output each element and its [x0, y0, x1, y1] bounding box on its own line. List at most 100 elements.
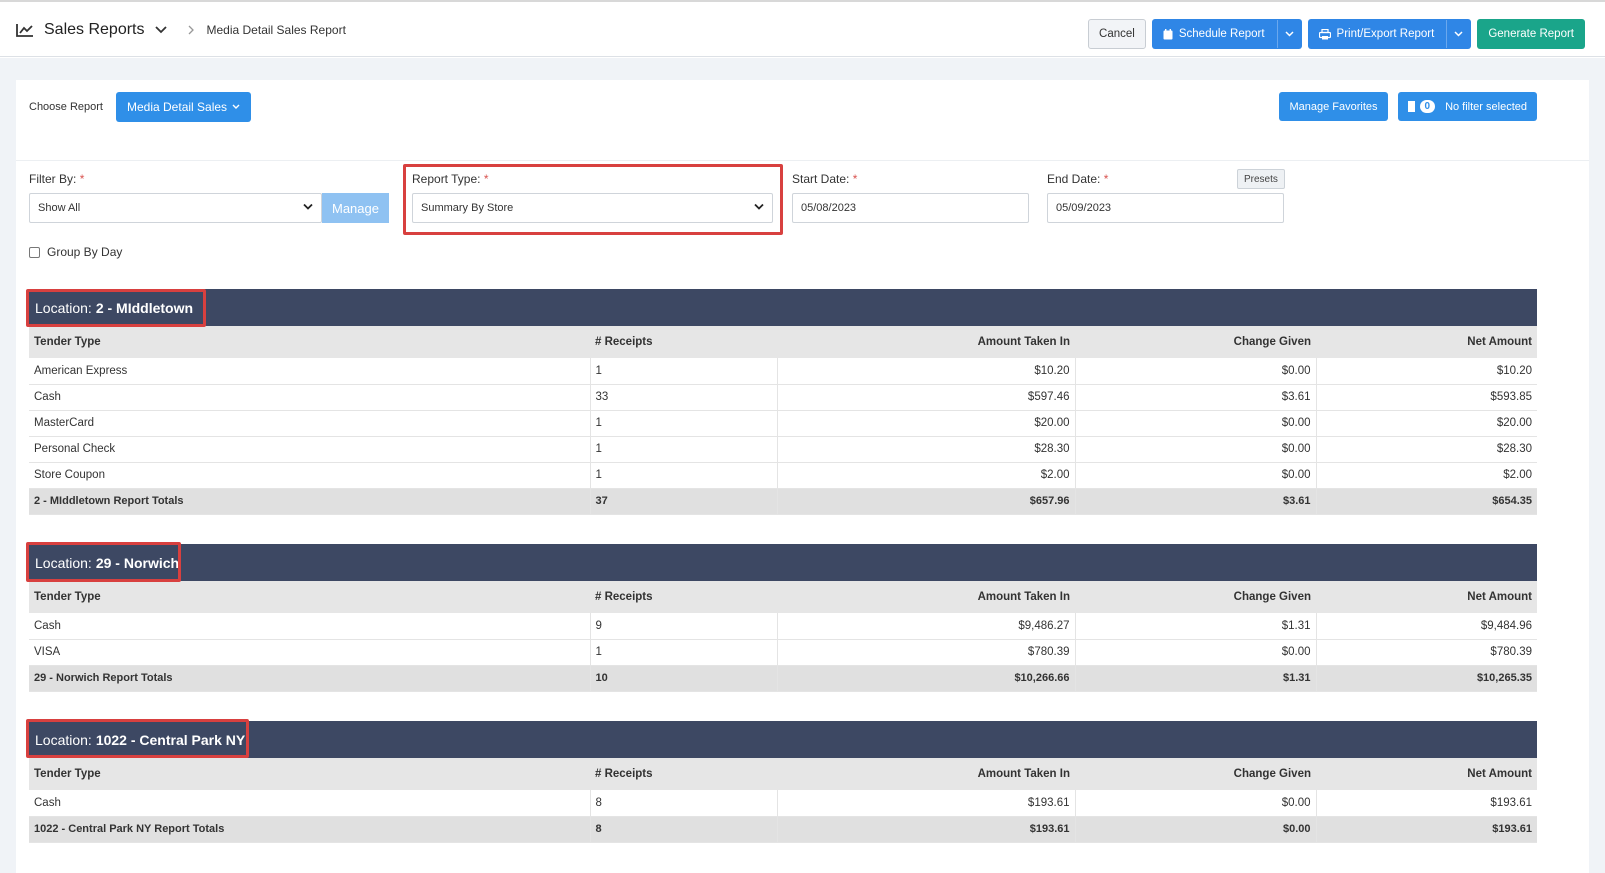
start-date-value: 05/08/2023: [801, 202, 857, 214]
report-select-label: Media Detail Sales: [127, 100, 228, 114]
filter-by-label: Filter By: *: [29, 172, 84, 186]
table-row: MasterCard 1 $20.00 $0.00 $20.00: [29, 410, 1537, 437]
choose-report-row: Choose Report Media Detail Sales: [29, 92, 252, 122]
table-cell: $657.96: [777, 488, 1076, 515]
table-header-row: Tender Type # Receipts Amount Taken In C…: [29, 326, 1537, 358]
chevron-down-icon[interactable]: [154, 25, 167, 34]
table-cell: 2 - MIddletown Report Totals: [29, 488, 591, 515]
group-by-day-checkbox[interactable]: [29, 246, 40, 258]
report-select-button[interactable]: Media Detail Sales: [116, 92, 252, 122]
table-cell: $0.00: [1075, 462, 1317, 489]
choose-report-label: Choose Report: [29, 101, 103, 113]
column-header: Amount Taken In: [777, 581, 1075, 613]
table-cell: 1: [590, 436, 778, 463]
table-cell: $780.39: [777, 639, 1076, 666]
table-cell: $654.35: [1316, 488, 1537, 515]
chevron-down-icon: [1285, 31, 1294, 37]
schedule-dropdown-toggle[interactable]: [1276, 20, 1301, 48]
table-cell: 8: [590, 790, 778, 817]
table-cell: $1.31: [1075, 665, 1317, 692]
app-title[interactable]: Sales Reports: [44, 21, 145, 39]
table-cell: Personal Check: [29, 436, 591, 463]
print-export-button[interactable]: Print/Export Report: [1307, 19, 1472, 49]
table-cell: $2.00: [777, 462, 1076, 489]
column-header: Change Given: [1075, 326, 1316, 358]
table-cell: $3.61: [1075, 488, 1317, 515]
filter-by-label-text: Filter By:: [29, 172, 77, 186]
table-cell: $0.00: [1075, 790, 1317, 817]
table-cell: $593.85: [1316, 384, 1537, 411]
table-cell: Cash: [29, 790, 591, 817]
end-date-input[interactable]: 05/09/2023: [1047, 193, 1284, 223]
report-type-value: Summary By Store: [421, 202, 514, 214]
top-bar: Sales Reports Media Detail Sales Report …: [0, 0, 1605, 57]
table-row: Cash 8 $193.61 $0.00 $193.61: [29, 790, 1537, 817]
table-row: Store Coupon 1 $2.00 $0.00 $2.00: [29, 462, 1537, 489]
manage-filter-button[interactable]: Manage: [322, 193, 389, 223]
table-cell: $10.20: [777, 358, 1076, 385]
presets-button[interactable]: Presets: [1237, 169, 1285, 189]
location-section: Location: 2 - MIddletown Tender Type # Re…: [26, 289, 1537, 515]
end-date-label-text: End Date:: [1047, 172, 1101, 186]
report-type-select[interactable]: Summary By Store: [412, 193, 773, 223]
table-cell: Cash: [29, 613, 591, 640]
table-cell: $28.30: [777, 436, 1076, 463]
table-cell: VISA: [29, 639, 591, 666]
location-header: Location: 29 - Norwich: [26, 542, 1537, 582]
table-cell: 1022 - Central Park NY Report Totals: [29, 816, 591, 843]
line-chart-icon: [16, 23, 33, 37]
start-date-input[interactable]: 05/08/2023: [792, 193, 1029, 223]
required-mark: *: [852, 172, 858, 186]
table-cell: $0.00: [1075, 436, 1317, 463]
group-by-day-row: Group By Day: [29, 245, 122, 259]
table-cell: Store Coupon: [29, 462, 591, 489]
filter-status-label: No filter selected: [1445, 100, 1527, 113]
table-cell: 1: [590, 639, 778, 666]
table-cell: 9: [590, 613, 778, 640]
tender-table: Tender Type # Receipts Amount Taken In C…: [29, 326, 1537, 515]
table-row: American Express 1 $10.20 $0.00 $10.20: [29, 358, 1537, 385]
column-header: Change Given: [1075, 758, 1316, 790]
location-highlight: [26, 542, 181, 582]
generate-report-button[interactable]: Generate Report: [1477, 19, 1585, 49]
location-highlight: [26, 289, 206, 327]
column-header: Net Amount: [1316, 758, 1537, 790]
table-cell: $3.61: [1075, 384, 1317, 411]
location-header: Location: 2 - MIddletown: [26, 289, 1537, 327]
schedule-report-button[interactable]: Schedule Report: [1151, 19, 1302, 49]
column-header: Net Amount: [1316, 326, 1537, 358]
table-cell: $193.61: [1316, 816, 1537, 843]
printer-icon: [1318, 28, 1331, 39]
filter-icon: [1407, 101, 1415, 112]
table-row: Cash 33 $597.46 $3.61 $593.85: [29, 384, 1537, 411]
filter-by-value: Show All: [38, 202, 81, 214]
column-header: Amount Taken In: [777, 758, 1075, 790]
cancel-button[interactable]: Cancel: [1088, 19, 1146, 49]
required-mark: *: [483, 172, 489, 186]
table-cell: $0.00: [1075, 639, 1317, 666]
filter-count-badge: 0: [1419, 100, 1436, 113]
location-section: Location: 29 - Norwich Tender Type # Rece…: [26, 542, 1537, 692]
table-cell: $0.00: [1075, 410, 1317, 437]
manage-favorites-button[interactable]: Manage Favorites: [1279, 92, 1388, 121]
column-header: # Receipts: [590, 326, 777, 358]
location-highlight: [26, 719, 249, 758]
chevron-down-icon: [232, 104, 240, 109]
group-by-day-label[interactable]: Group By Day: [47, 245, 122, 259]
start-date-label: Start Date: *: [792, 172, 857, 186]
table-cell: MasterCard: [29, 410, 591, 437]
totals-row: 29 - Norwich Report Totals 10 $10,266.66 $1…: [29, 665, 1537, 692]
table-cell: $2.00: [1316, 462, 1537, 489]
table-cell: 1: [590, 358, 778, 385]
filter-by-select[interactable]: Show All: [29, 193, 322, 223]
table-row: Personal Check 1 $28.30 $0.00 $28.30: [29, 436, 1537, 463]
table-cell: 37: [590, 488, 778, 515]
print-dropdown-toggle[interactable]: [1446, 20, 1470, 48]
column-header: # Receipts: [590, 581, 777, 613]
required-mark: *: [1103, 172, 1109, 186]
filter-status-button[interactable]: 0 No filter selected: [1397, 92, 1537, 121]
favorites-filter-group: Manage Favorites 0 No filter selected: [1279, 92, 1537, 121]
table-cell: 29 - Norwich Report Totals: [29, 665, 591, 692]
table-cell: $10,266.66: [777, 665, 1076, 692]
table-cell: $0.00: [1075, 358, 1317, 385]
